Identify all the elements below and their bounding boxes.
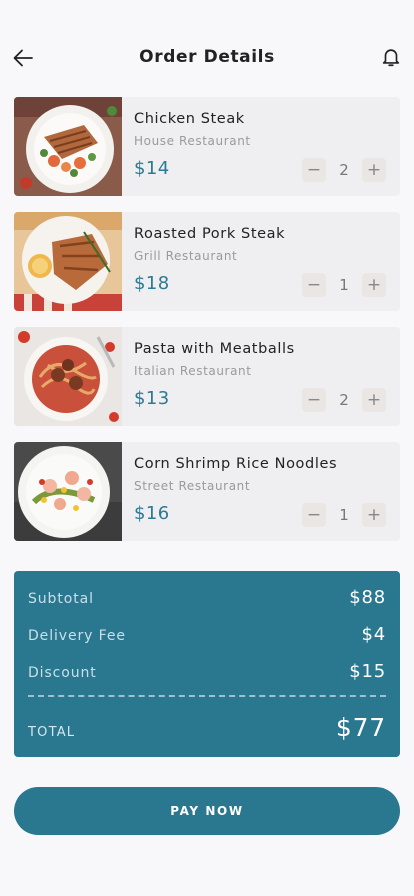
quantity-stepper: − 2 + [302, 158, 386, 182]
item-price: $13 [134, 388, 170, 409]
delivery-fee-row: Delivery Fee $4 [28, 624, 386, 645]
food-image-corn-shrimp-rice-noodles [14, 442, 122, 541]
quantity-value: 2 [339, 391, 349, 409]
order-item: Pasta with Meatballs Italian Restaurant … [14, 327, 400, 426]
order-item: Corn Shrimp Rice Noodles Street Restaura… [14, 442, 400, 541]
dashed-divider [28, 695, 386, 697]
decrease-quantity-button[interactable]: − [302, 503, 326, 527]
delivery-fee-value: $4 [361, 624, 386, 645]
item-restaurant: House Restaurant [134, 134, 251, 148]
quantity-stepper: − 1 + [302, 273, 386, 297]
item-restaurant: Street Restaurant [134, 479, 251, 493]
decrease-quantity-button[interactable]: − [302, 273, 326, 297]
subtotal-label: Subtotal [28, 591, 94, 607]
quantity-value: 1 [339, 276, 349, 294]
subtotal-value: $88 [349, 587, 386, 608]
order-summary: Subtotal $88 Delivery Fee $4 Discount $1… [14, 571, 400, 757]
delivery-fee-label: Delivery Fee [28, 628, 126, 644]
item-name: Corn Shrimp Rice Noodles [134, 456, 338, 472]
increase-quantity-button[interactable]: + [362, 273, 386, 297]
total-row: TOTAL $77 [28, 713, 386, 742]
bell-icon [382, 49, 400, 67]
order-item: Roasted Pork Steak Grill Restaurant $18 … [14, 212, 400, 311]
item-info: Corn Shrimp Rice Noodles Street Restaura… [122, 442, 400, 541]
order-item: Chicken Steak House Restaurant $14 − 2 + [14, 97, 400, 196]
item-info: Chicken Steak House Restaurant $14 − 2 + [122, 97, 400, 196]
pay-now-button[interactable]: PAY NOW [14, 787, 400, 835]
item-info: Pasta with Meatballs Italian Restaurant … [122, 327, 400, 426]
item-price: $16 [134, 503, 170, 524]
discount-row: Discount $15 [28, 661, 386, 682]
item-name: Chicken Steak [134, 111, 245, 127]
discount-value: $15 [349, 661, 386, 682]
order-items-list: Chicken Steak House Restaurant $14 − 2 + [14, 97, 400, 557]
increase-quantity-button[interactable]: + [362, 158, 386, 182]
subtotal-row: Subtotal $88 [28, 587, 386, 608]
item-price: $18 [134, 273, 170, 294]
food-image-pasta-with-meatballs [14, 327, 122, 426]
page-title: Order Details [139, 47, 275, 67]
notification-button[interactable] [378, 44, 404, 70]
food-image-chicken-steak [14, 97, 122, 196]
item-info: Roasted Pork Steak Grill Restaurant $18 … [122, 212, 400, 311]
quantity-value: 2 [339, 161, 349, 179]
quantity-stepper: − 1 + [302, 503, 386, 527]
item-price: $14 [134, 158, 170, 179]
total-label: TOTAL [28, 725, 76, 740]
food-image-roasted-pork-steak [14, 212, 122, 311]
item-restaurant: Grill Restaurant [134, 249, 238, 263]
decrease-quantity-button[interactable]: − [302, 158, 326, 182]
increase-quantity-button[interactable]: + [362, 388, 386, 412]
quantity-stepper: − 2 + [302, 388, 386, 412]
quantity-value: 1 [339, 506, 349, 524]
increase-quantity-button[interactable]: + [362, 503, 386, 527]
decrease-quantity-button[interactable]: − [302, 388, 326, 412]
discount-label: Discount [28, 665, 97, 681]
item-restaurant: Italian Restaurant [134, 364, 252, 378]
item-name: Roasted Pork Steak [134, 226, 286, 242]
total-value: $77 [335, 713, 386, 742]
item-name: Pasta with Meatballs [134, 341, 295, 357]
